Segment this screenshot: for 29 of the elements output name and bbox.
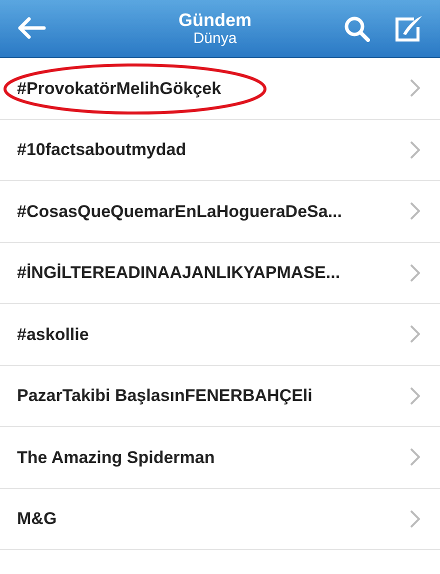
trend-label: PazarTakibi BaşlasınFENERBAHÇEli	[17, 385, 312, 407]
trend-label: M&G	[17, 508, 57, 530]
trend-label: #10factsaboutmydad	[17, 139, 186, 161]
trend-label: #askollie	[17, 324, 89, 346]
chevron-icon	[410, 386, 420, 405]
chevron-icon	[410, 325, 420, 344]
trend-row[interactable]: #askollie	[0, 304, 440, 366]
chevron-icon	[410, 79, 420, 98]
trend-label: #ProvokatörMelihGökçek	[17, 78, 222, 100]
search-button[interactable]	[344, 16, 370, 42]
trend-label: #İNGİLTEREADINAAJANLIKYAPMASE...	[17, 262, 340, 284]
screen-subtitle: Dünya	[193, 30, 237, 48]
chevron-icon	[410, 264, 420, 282]
chevron-icon	[410, 140, 420, 159]
trend-row[interactable]: PazarTakibi BaşlasınFENERBAHÇEli	[0, 366, 440, 427]
trend-row[interactable]: M&G	[0, 488, 440, 550]
trend-row[interactable]: #10factsaboutmydad	[0, 120, 440, 181]
chevron-icon	[410, 202, 420, 220]
back-button[interactable]	[16, 16, 46, 41]
trend-row[interactable]: #ProvokatörMelihGökçek	[0, 58, 440, 120]
trend-row[interactable]: #CosasQueQuemarEnLaHogueraDeSa...	[0, 181, 440, 242]
screen-title: Gündem	[178, 10, 252, 30]
trend-label: #CosasQueQuemarEnLaHogueraDeSa...	[17, 200, 342, 223]
chevron-icon	[410, 448, 420, 466]
trend-label: The Amazing Spiderman	[17, 446, 215, 469]
compose-button[interactable]	[394, 14, 424, 42]
chevron-icon	[410, 510, 420, 528]
trend-row[interactable]: The Amazing Spiderman	[0, 427, 440, 488]
trend-row[interactable]: #İNGİLTEREADINAAJANLIKYAPMASE...	[0, 242, 440, 304]
